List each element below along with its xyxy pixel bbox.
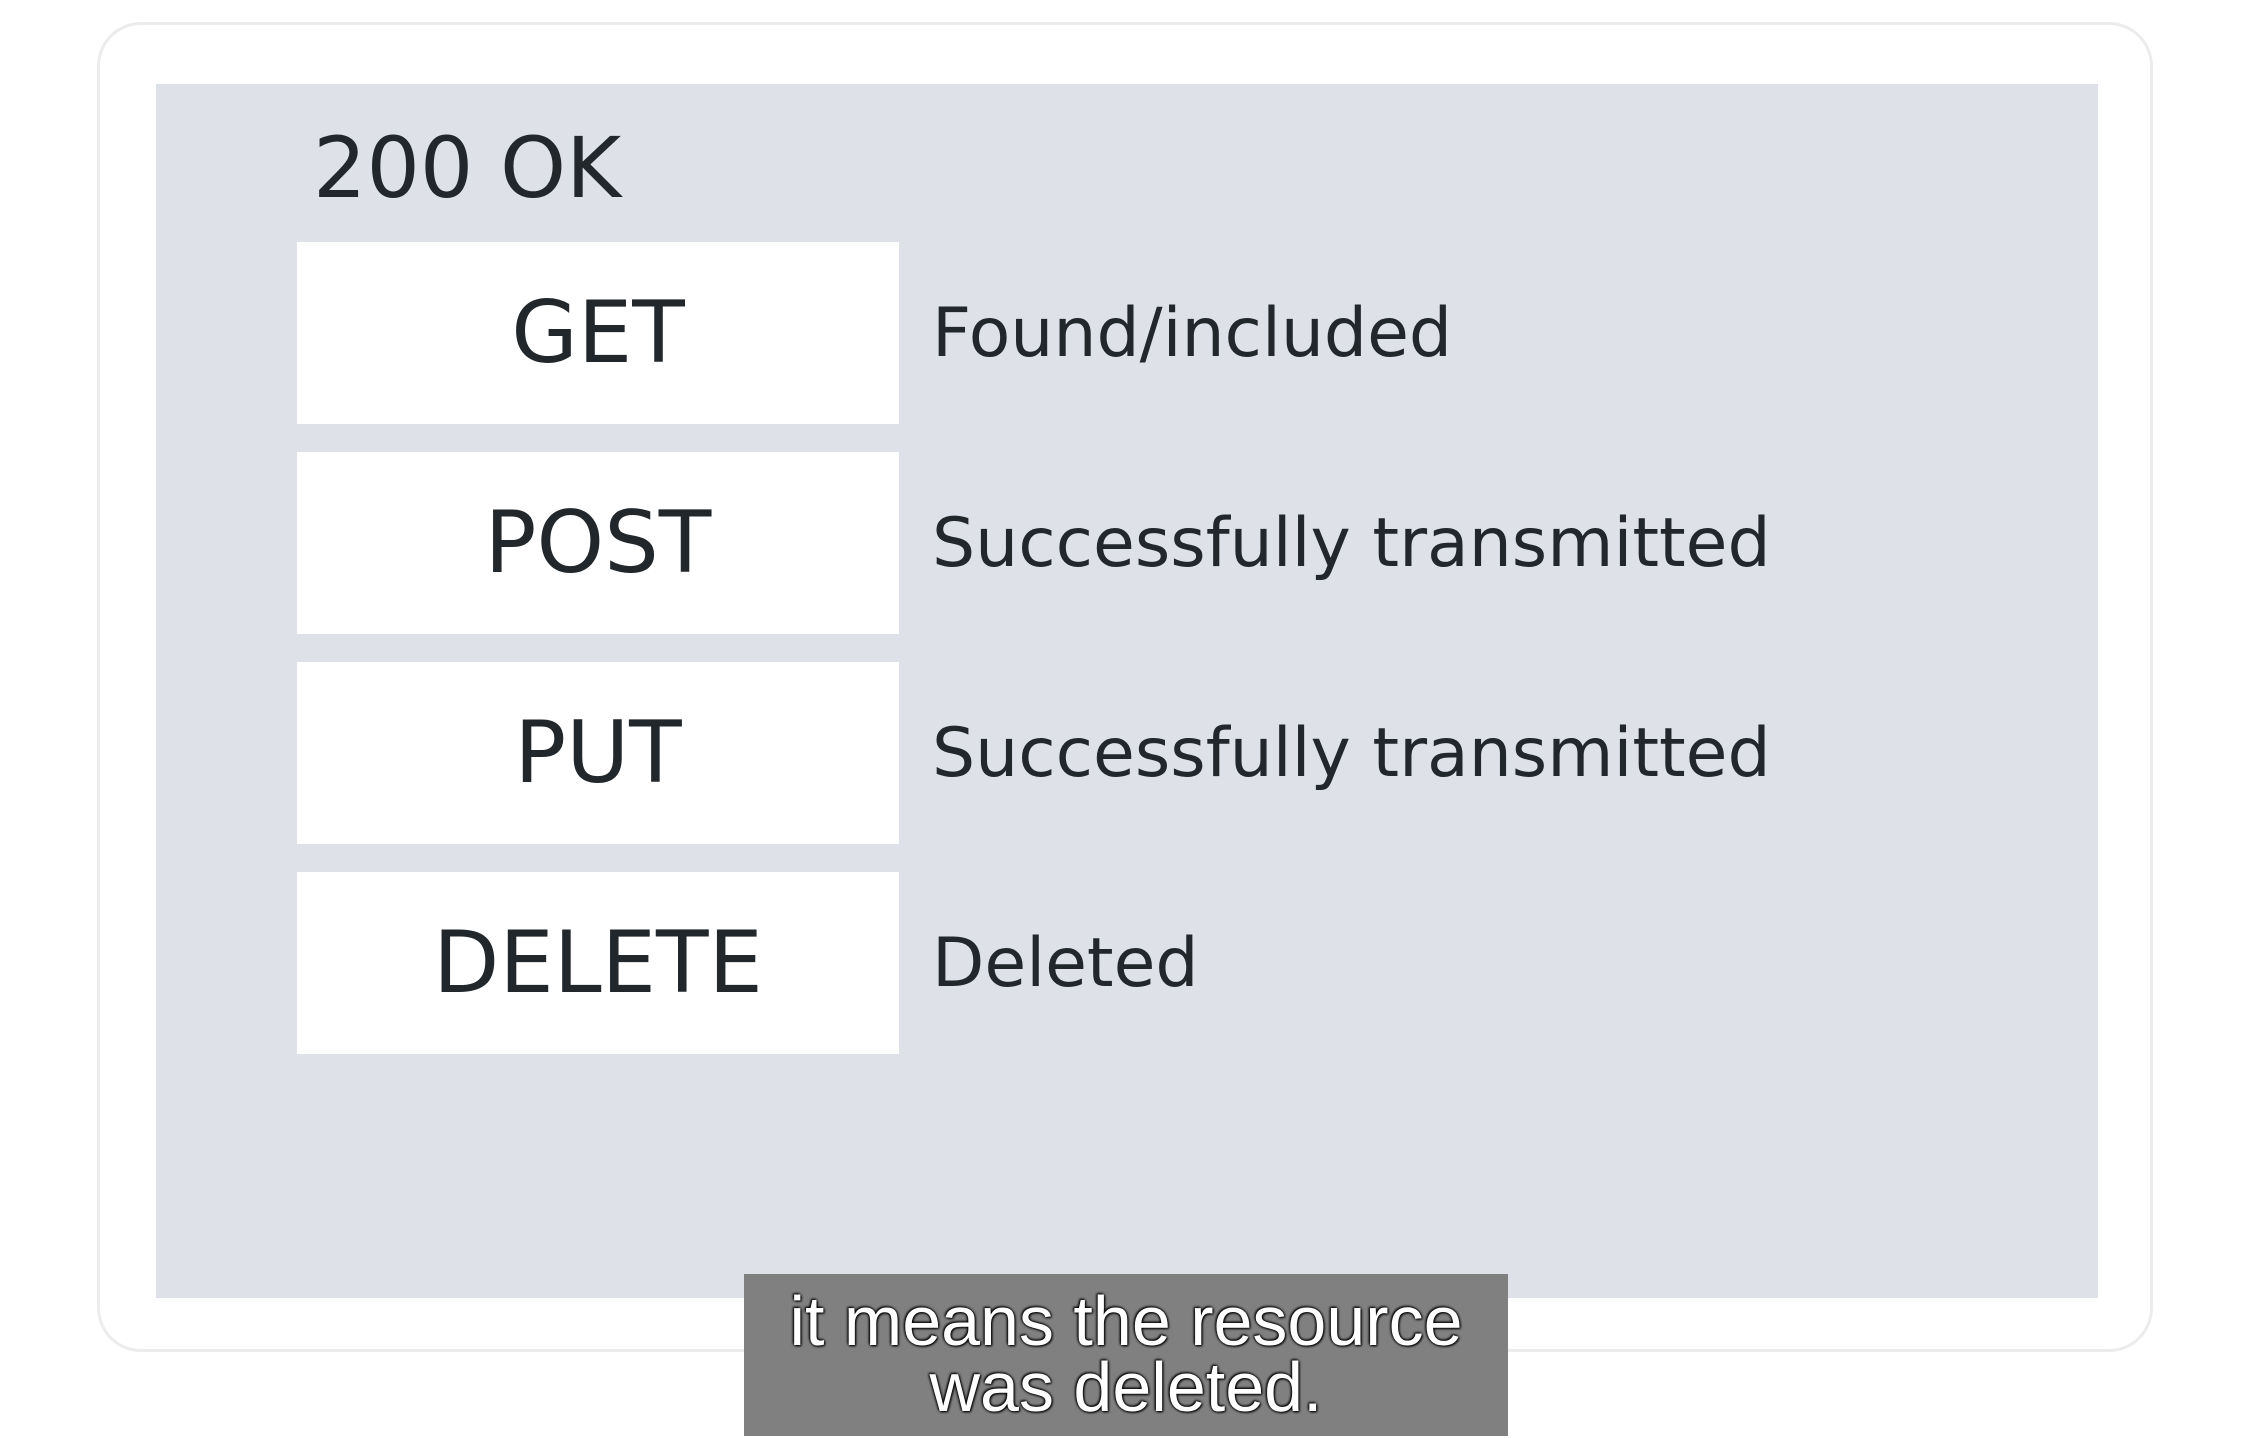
subtitle-caption: it means the resource was deleted. bbox=[744, 1274, 1508, 1436]
method-description: Found/included bbox=[932, 293, 1453, 373]
method-box-delete: DELETE bbox=[297, 872, 899, 1054]
method-box-post: POST bbox=[297, 452, 899, 634]
status-heading: 200 OK bbox=[313, 119, 622, 217]
caption-line: was deleted. bbox=[929, 1348, 1323, 1426]
method-label: PUT bbox=[514, 703, 682, 803]
method-box-put: PUT bbox=[297, 662, 899, 844]
method-description: Successfully transmitted bbox=[932, 503, 1771, 583]
method-label: POST bbox=[484, 493, 712, 593]
caption-line: it means the resource bbox=[789, 1282, 1463, 1360]
method-box-get: GET bbox=[297, 242, 899, 424]
method-label: DELETE bbox=[433, 913, 763, 1013]
method-description: Successfully transmitted bbox=[932, 713, 1771, 793]
method-description: Deleted bbox=[932, 923, 1199, 1003]
method-label: GET bbox=[511, 283, 685, 383]
